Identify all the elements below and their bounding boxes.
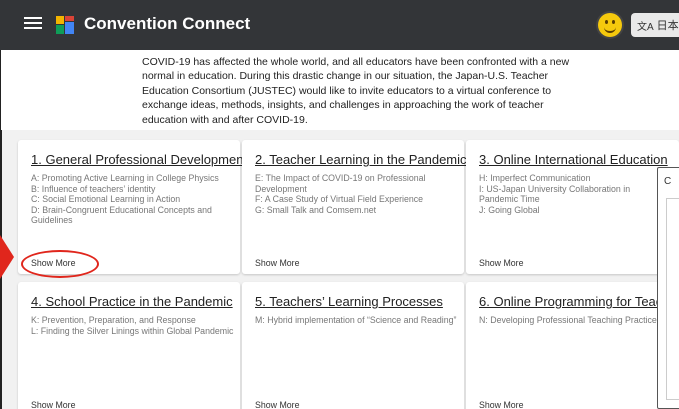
track-card-5: 5. Teachers’ Learning Processes M: Hybri… — [242, 282, 464, 409]
session-item: K: Prevention, Preparation, and Response — [31, 315, 196, 325]
side-panel-content — [666, 198, 679, 400]
track-session-list: E: The Impact of COVID-19 on Professiona… — [255, 173, 460, 215]
track-card-3: 3. Online International Education H: Imp… — [466, 140, 679, 274]
session-item: L: Finding the Silver Linings within Glo… — [31, 325, 234, 336]
app-title: Convention Connect — [84, 14, 251, 33]
side-panel[interactable]: C — [657, 167, 679, 409]
session-item: G: Small Talk and Comsem.net — [255, 204, 377, 215]
language-button[interactable]: 文A 日本語 — [631, 13, 679, 37]
session-item: I: US-Japan University Collaboration in … — [479, 183, 631, 205]
track-card-6: 6. Online Programming for Teachers N: De… — [466, 282, 679, 409]
track-session-list: A: Promoting Active Learning in College … — [31, 173, 236, 231]
hamburger-menu-icon[interactable] — [24, 14, 42, 36]
session-item: J: Going Global — [479, 204, 540, 215]
page: Convention Connect 文A 日本語 COVID-19 has a… — [0, 0, 679, 409]
show-more-button-6[interactable]: Show More — [479, 400, 524, 409]
app-bar: Convention Connect 文A 日本語 — [0, 0, 679, 50]
track-title-6[interactable]: 6. Online Programming for Teachers — [479, 294, 679, 309]
intro-text: COVID-19 has affected the whole world, a… — [142, 56, 570, 126]
intro-banner: COVID-19 has affected the whole world, a… — [0, 50, 679, 130]
track-card-2: 2. Teacher Learning in the Pandemic E: T… — [242, 140, 467, 274]
track-title-1[interactable]: 1. General Professional Development — [31, 152, 247, 167]
track-session-list: H: Imperfect Communication I: US-Japan U… — [479, 173, 654, 215]
show-more-button-3[interactable]: Show More — [479, 258, 524, 268]
session-item: B: Influence of teachers’ identity — [31, 183, 156, 194]
session-item: N: Developing Professional Teaching Prac… — [479, 315, 657, 325]
app-logo-icon — [56, 16, 74, 34]
session-item: M: Hybrid implementation of “Science and… — [255, 315, 457, 325]
track-session-list: K: Prevention, Preparation, and Response… — [31, 315, 236, 336]
track-card-4: 4. School Practice in the Pandemic K: Pr… — [18, 282, 240, 409]
session-item: C: Social Emotional Learning in Action — [31, 194, 181, 205]
track-title-5[interactable]: 5. Teachers’ Learning Processes — [255, 294, 443, 309]
language-label: 日本語 — [656, 20, 679, 32]
session-item: F: A Case Study of Virtual Field Experie… — [255, 194, 424, 205]
show-more-button-4[interactable]: Show More — [31, 400, 76, 409]
track-title-3[interactable]: 3. Online International Education — [479, 152, 668, 167]
track-session-list: N: Developing Professional Teaching Prac… — [479, 315, 679, 326]
show-more-button-2[interactable]: Show More — [255, 258, 300, 268]
side-panel-heading: C — [664, 176, 672, 187]
track-title-4[interactable]: 4. School Practice in the Pandemic — [31, 294, 233, 309]
track-session-list: M: Hybrid implementation of “Science and… — [255, 315, 460, 326]
red-arrow-annotation — [0, 235, 14, 279]
show-more-button-5[interactable]: Show More — [255, 400, 300, 409]
translate-icon: 文A — [637, 21, 654, 33]
session-item: H: Imperfect Communication — [479, 173, 591, 183]
session-item: E: The Impact of COVID-19 on Professiona… — [255, 173, 426, 194]
track-title-2[interactable]: 2. Teacher Learning in the Pandemic — [255, 152, 467, 167]
session-item: D: Brain-Congruent Educational Concepts … — [31, 204, 212, 226]
highlight-ellipse-annotation — [21, 250, 99, 278]
user-avatar[interactable] — [598, 13, 622, 37]
session-item: A: Promoting Active Learning in College … — [31, 173, 219, 183]
